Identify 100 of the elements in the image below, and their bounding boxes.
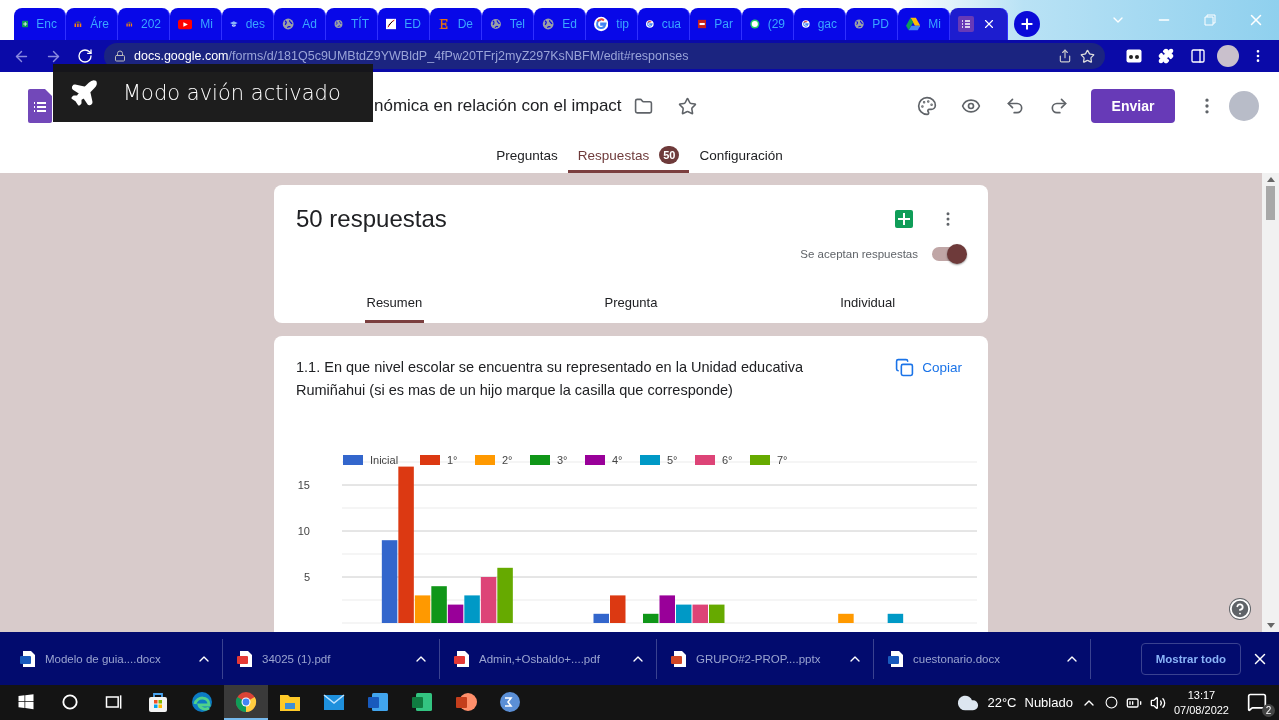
globe-icon	[490, 16, 502, 32]
browser-tab[interactable]: ED	[378, 8, 430, 40]
browser-tab[interactable]: (29	[742, 8, 794, 40]
legend-item: Inicial	[343, 454, 399, 466]
tab-label: Respuestas	[577, 147, 650, 163]
bar	[692, 604, 708, 623]
view-tab[interactable]: Individual	[838, 289, 898, 323]
help-button[interactable]	[1229, 598, 1251, 620]
scroll-up-arrow-icon[interactable]	[1266, 177, 1275, 182]
browser-tab[interactable]: Mi	[898, 8, 950, 40]
download-item[interactable]: 34025 (1).pdf	[223, 638, 440, 679]
lock-icon	[114, 50, 126, 62]
cassette-icon[interactable]	[1126, 49, 1142, 63]
reload-icon[interactable]	[77, 48, 93, 64]
bar	[838, 613, 854, 623]
axis-label: 10	[297, 525, 310, 537]
browser-tab[interactable]	[950, 8, 1008, 40]
weather-text: Nublado	[1024, 695, 1073, 710]
form-list-icon[interactable]	[28, 89, 52, 123]
download-item[interactable]: Modelo de guia....docx	[6, 638, 223, 679]
question-text: 1.1. En que nivel escolar se encuentra su representado en la Unidad educativa Rumiñahui (si es mas de un hijo marque la casilla que corresponde)	[296, 358, 805, 400]
star-icon[interactable]	[1080, 48, 1095, 64]
browser-tab[interactable]: Enc	[14, 8, 66, 40]
download-item[interactable]: GRUPO#2-PROP....pptx	[657, 638, 874, 679]
browser-tab[interactable]: tip	[586, 8, 638, 40]
side-panel-icon[interactable]	[1190, 48, 1206, 64]
puzzle-icon[interactable]	[1158, 48, 1174, 64]
browser-tab[interactable]: Ad	[274, 8, 326, 40]
browser-logo-icon	[234, 689, 258, 714]
undo-icon[interactable]	[1005, 96, 1025, 116]
search-icon	[60, 691, 80, 712]
legend-item: 1°	[420, 454, 458, 466]
form-tab[interactable]: Preguntas	[486, 140, 568, 173]
scroll-down-arrow-icon[interactable]	[1266, 623, 1275, 628]
legend-label: 6°	[722, 454, 733, 466]
windows-logo-icon	[17, 692, 35, 711]
browser-tab[interactable]: gac	[794, 8, 846, 40]
scroll-thumb[interactable]	[1266, 186, 1275, 220]
browser-tab[interactable]: Par	[690, 8, 742, 40]
download-item[interactable]: cuestonario.docx	[874, 638, 1091, 679]
spreadsheet-icon[interactable]	[895, 210, 913, 228]
new-tab-button[interactable]	[1014, 11, 1040, 37]
browser-tab[interactable]: Áre	[66, 8, 118, 40]
accept-toggle[interactable]	[932, 247, 966, 261]
toast-text: Modo avión activado	[123, 81, 341, 105]
file-icon	[888, 649, 904, 668]
globe-icon	[542, 16, 555, 32]
folder-icon[interactable]	[634, 96, 654, 116]
send-button[interactable]: Enviar	[1091, 89, 1175, 123]
file-icon	[671, 649, 687, 668]
clock[interactable]: 13:17 07/08/2022	[1173, 687, 1229, 718]
tab-label: Preguntas	[496, 147, 558, 163]
browser-tab[interactable]: PD	[846, 8, 898, 40]
share-icon[interactable]	[1058, 49, 1072, 63]
math-app-icon	[498, 689, 522, 714]
scrollbar[interactable]	[1262, 173, 1279, 632]
airplane-icon	[69, 78, 99, 108]
show-all-button[interactable]: Mostrar todo	[1140, 642, 1241, 675]
legend-label: 2°	[502, 454, 513, 466]
file-icon	[454, 649, 470, 668]
tab-label: Configuración	[699, 147, 783, 163]
close-icon[interactable]	[982, 17, 996, 31]
browser-tab[interactable]: des	[222, 8, 274, 40]
file-icon	[237, 649, 253, 668]
browser-tab[interactable]: 202	[118, 8, 170, 40]
browser-tab[interactable]: De	[430, 8, 482, 40]
count-badge: 50	[659, 146, 680, 164]
form-tab[interactable]: Configuración	[689, 140, 793, 173]
legend-label: 3°	[557, 454, 568, 466]
browser-tab[interactable]: TÍT	[326, 8, 378, 40]
view-tab[interactable]: Resumen	[364, 289, 425, 323]
eye-icon[interactable]	[961, 96, 981, 116]
browser-tab[interactable]: Ed	[534, 8, 586, 40]
browser-tab[interactable]: cua	[638, 8, 690, 40]
browser-tab[interactable]: Mi	[170, 8, 222, 40]
speaker-icon[interactable]	[1149, 694, 1166, 711]
address-bar[interactable]: docs.google.com/forms/d/181Q5c9UMBtdZ9YWBldP_4fPw20TFrj2myZ297KsNBFM/edit#responses	[104, 43, 1105, 69]
toggle-label: Se aceptan respuestas	[800, 248, 918, 260]
globe-icon	[282, 16, 295, 32]
profile-avatar[interactable]	[1217, 45, 1239, 67]
legend-label: 4°	[612, 454, 623, 466]
bar	[497, 567, 513, 623]
palette-icon[interactable]	[917, 96, 937, 116]
bar	[709, 604, 725, 623]
form-title[interactable]: nómica en relación con el impact	[374, 96, 622, 116]
wave-logo-icon	[190, 689, 214, 714]
temperature: 22°C	[987, 695, 1017, 710]
download-item[interactable]: Admin,+Osbaldo+....pdf	[440, 638, 657, 679]
legend-item: 6°	[695, 454, 733, 466]
triangle-logo-icon	[906, 16, 921, 32]
serif-letter-icon	[438, 16, 450, 32]
star-icon[interactable]	[678, 96, 698, 116]
browser-tab[interactable]: Tel	[482, 8, 534, 40]
taskbar-app[interactable]	[224, 685, 268, 720]
legend-item: 2°	[475, 454, 513, 466]
redo-icon[interactable]	[1049, 96, 1069, 116]
legend-item: 7°	[750, 454, 788, 466]
view-tab[interactable]: Pregunta	[602, 289, 660, 323]
legend-label: Inicial	[370, 454, 399, 466]
copy-button[interactable]: Copiar	[895, 356, 962, 378]
